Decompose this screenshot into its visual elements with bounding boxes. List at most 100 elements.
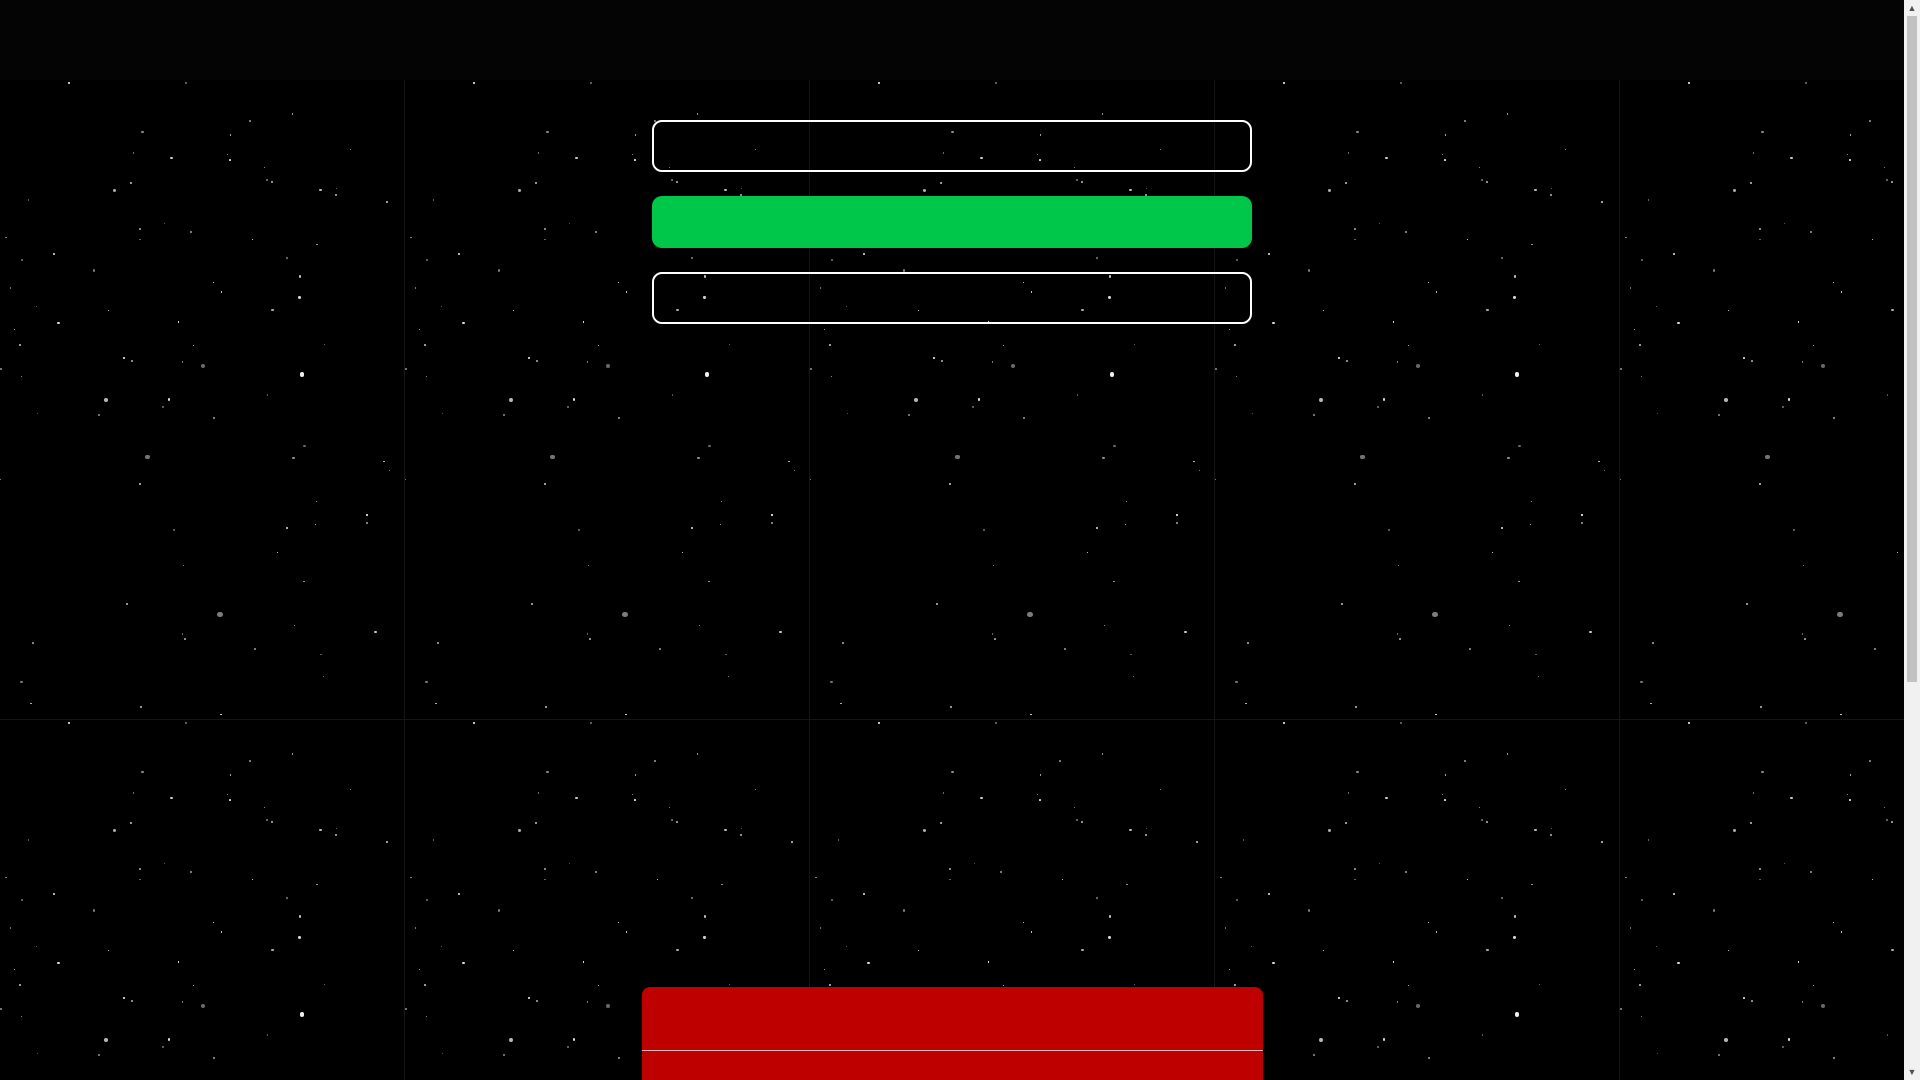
starfield-page xyxy=(0,0,1904,1080)
star xyxy=(1713,909,1716,912)
star xyxy=(5,877,7,879)
star xyxy=(676,948,679,951)
star xyxy=(933,356,936,359)
star xyxy=(1759,483,1761,485)
star xyxy=(1313,414,1315,416)
star xyxy=(658,647,662,651)
grid-line xyxy=(404,80,405,1080)
star xyxy=(183,564,185,566)
star xyxy=(1354,228,1357,231)
star xyxy=(36,1052,38,1054)
star xyxy=(9,287,12,289)
star xyxy=(923,829,926,832)
star xyxy=(1687,81,1690,85)
red-panel[interactable] xyxy=(642,987,1263,1080)
star xyxy=(285,256,288,259)
star xyxy=(21,258,23,261)
star xyxy=(141,130,144,134)
star xyxy=(1641,1016,1643,1018)
star xyxy=(253,647,257,651)
star xyxy=(503,1054,505,1056)
star xyxy=(508,1037,514,1043)
star xyxy=(595,231,598,233)
star xyxy=(229,159,231,161)
star xyxy=(163,862,166,865)
star xyxy=(1514,371,1520,377)
star xyxy=(537,792,540,794)
star xyxy=(200,363,206,369)
star xyxy=(315,243,318,246)
star xyxy=(503,414,505,416)
star xyxy=(618,281,620,283)
star xyxy=(1673,893,1676,896)
star xyxy=(1728,310,1730,312)
star xyxy=(141,770,144,774)
star xyxy=(1656,412,1658,414)
grid-line xyxy=(0,719,1904,720)
star xyxy=(1023,921,1025,923)
chevron-down-icon[interactable]: ▼ xyxy=(1904,1064,1920,1080)
star xyxy=(1251,945,1253,947)
star xyxy=(1344,181,1348,185)
star xyxy=(1883,167,1886,169)
star xyxy=(173,528,176,531)
star xyxy=(977,398,980,401)
star xyxy=(1550,827,1552,829)
vertical-scrollbar[interactable]: ▲ ▼ xyxy=(1904,0,1920,1080)
star xyxy=(625,713,628,716)
green-button[interactable] xyxy=(652,196,1252,248)
star xyxy=(1318,397,1324,403)
star xyxy=(771,522,774,525)
star xyxy=(1193,461,1195,463)
star xyxy=(1468,647,1472,651)
star xyxy=(386,201,388,203)
star xyxy=(544,878,546,881)
star xyxy=(229,799,231,801)
star xyxy=(544,238,546,241)
star xyxy=(36,945,38,947)
star xyxy=(251,238,253,241)
star xyxy=(1236,376,1238,378)
star xyxy=(170,796,173,800)
star xyxy=(1176,513,1178,516)
star xyxy=(1581,513,1583,516)
star xyxy=(126,602,128,605)
star xyxy=(1492,551,1494,554)
star xyxy=(536,1000,538,1003)
star xyxy=(1003,345,1005,347)
star xyxy=(1356,770,1359,774)
star xyxy=(1733,829,1736,832)
star xyxy=(1530,243,1533,246)
star xyxy=(419,968,421,971)
star xyxy=(1030,713,1033,716)
star xyxy=(1805,722,1808,725)
star xyxy=(1589,630,1592,633)
star xyxy=(754,788,757,791)
star xyxy=(724,188,727,192)
star xyxy=(537,152,540,154)
star xyxy=(1550,834,1552,836)
outline-button-top[interactable] xyxy=(652,120,1252,172)
star xyxy=(319,188,322,192)
scrollbar-thumb[interactable] xyxy=(1907,16,1917,682)
star xyxy=(1897,551,1899,554)
star xyxy=(528,996,531,999)
star xyxy=(740,187,742,189)
star xyxy=(578,528,581,531)
star xyxy=(590,722,593,725)
chevron-up-icon[interactable]: ▲ xyxy=(1904,0,1920,16)
outline-button-bottom[interactable] xyxy=(652,272,1252,324)
star xyxy=(567,1046,569,1048)
star xyxy=(1641,376,1643,378)
star xyxy=(518,829,521,832)
star xyxy=(184,638,187,641)
star xyxy=(185,82,188,85)
star xyxy=(1436,291,1438,293)
star xyxy=(1687,721,1690,725)
star xyxy=(1463,120,1466,123)
star xyxy=(213,281,215,283)
star xyxy=(9,927,12,929)
star xyxy=(1026,611,1033,618)
star xyxy=(1338,356,1341,359)
star xyxy=(271,181,274,183)
